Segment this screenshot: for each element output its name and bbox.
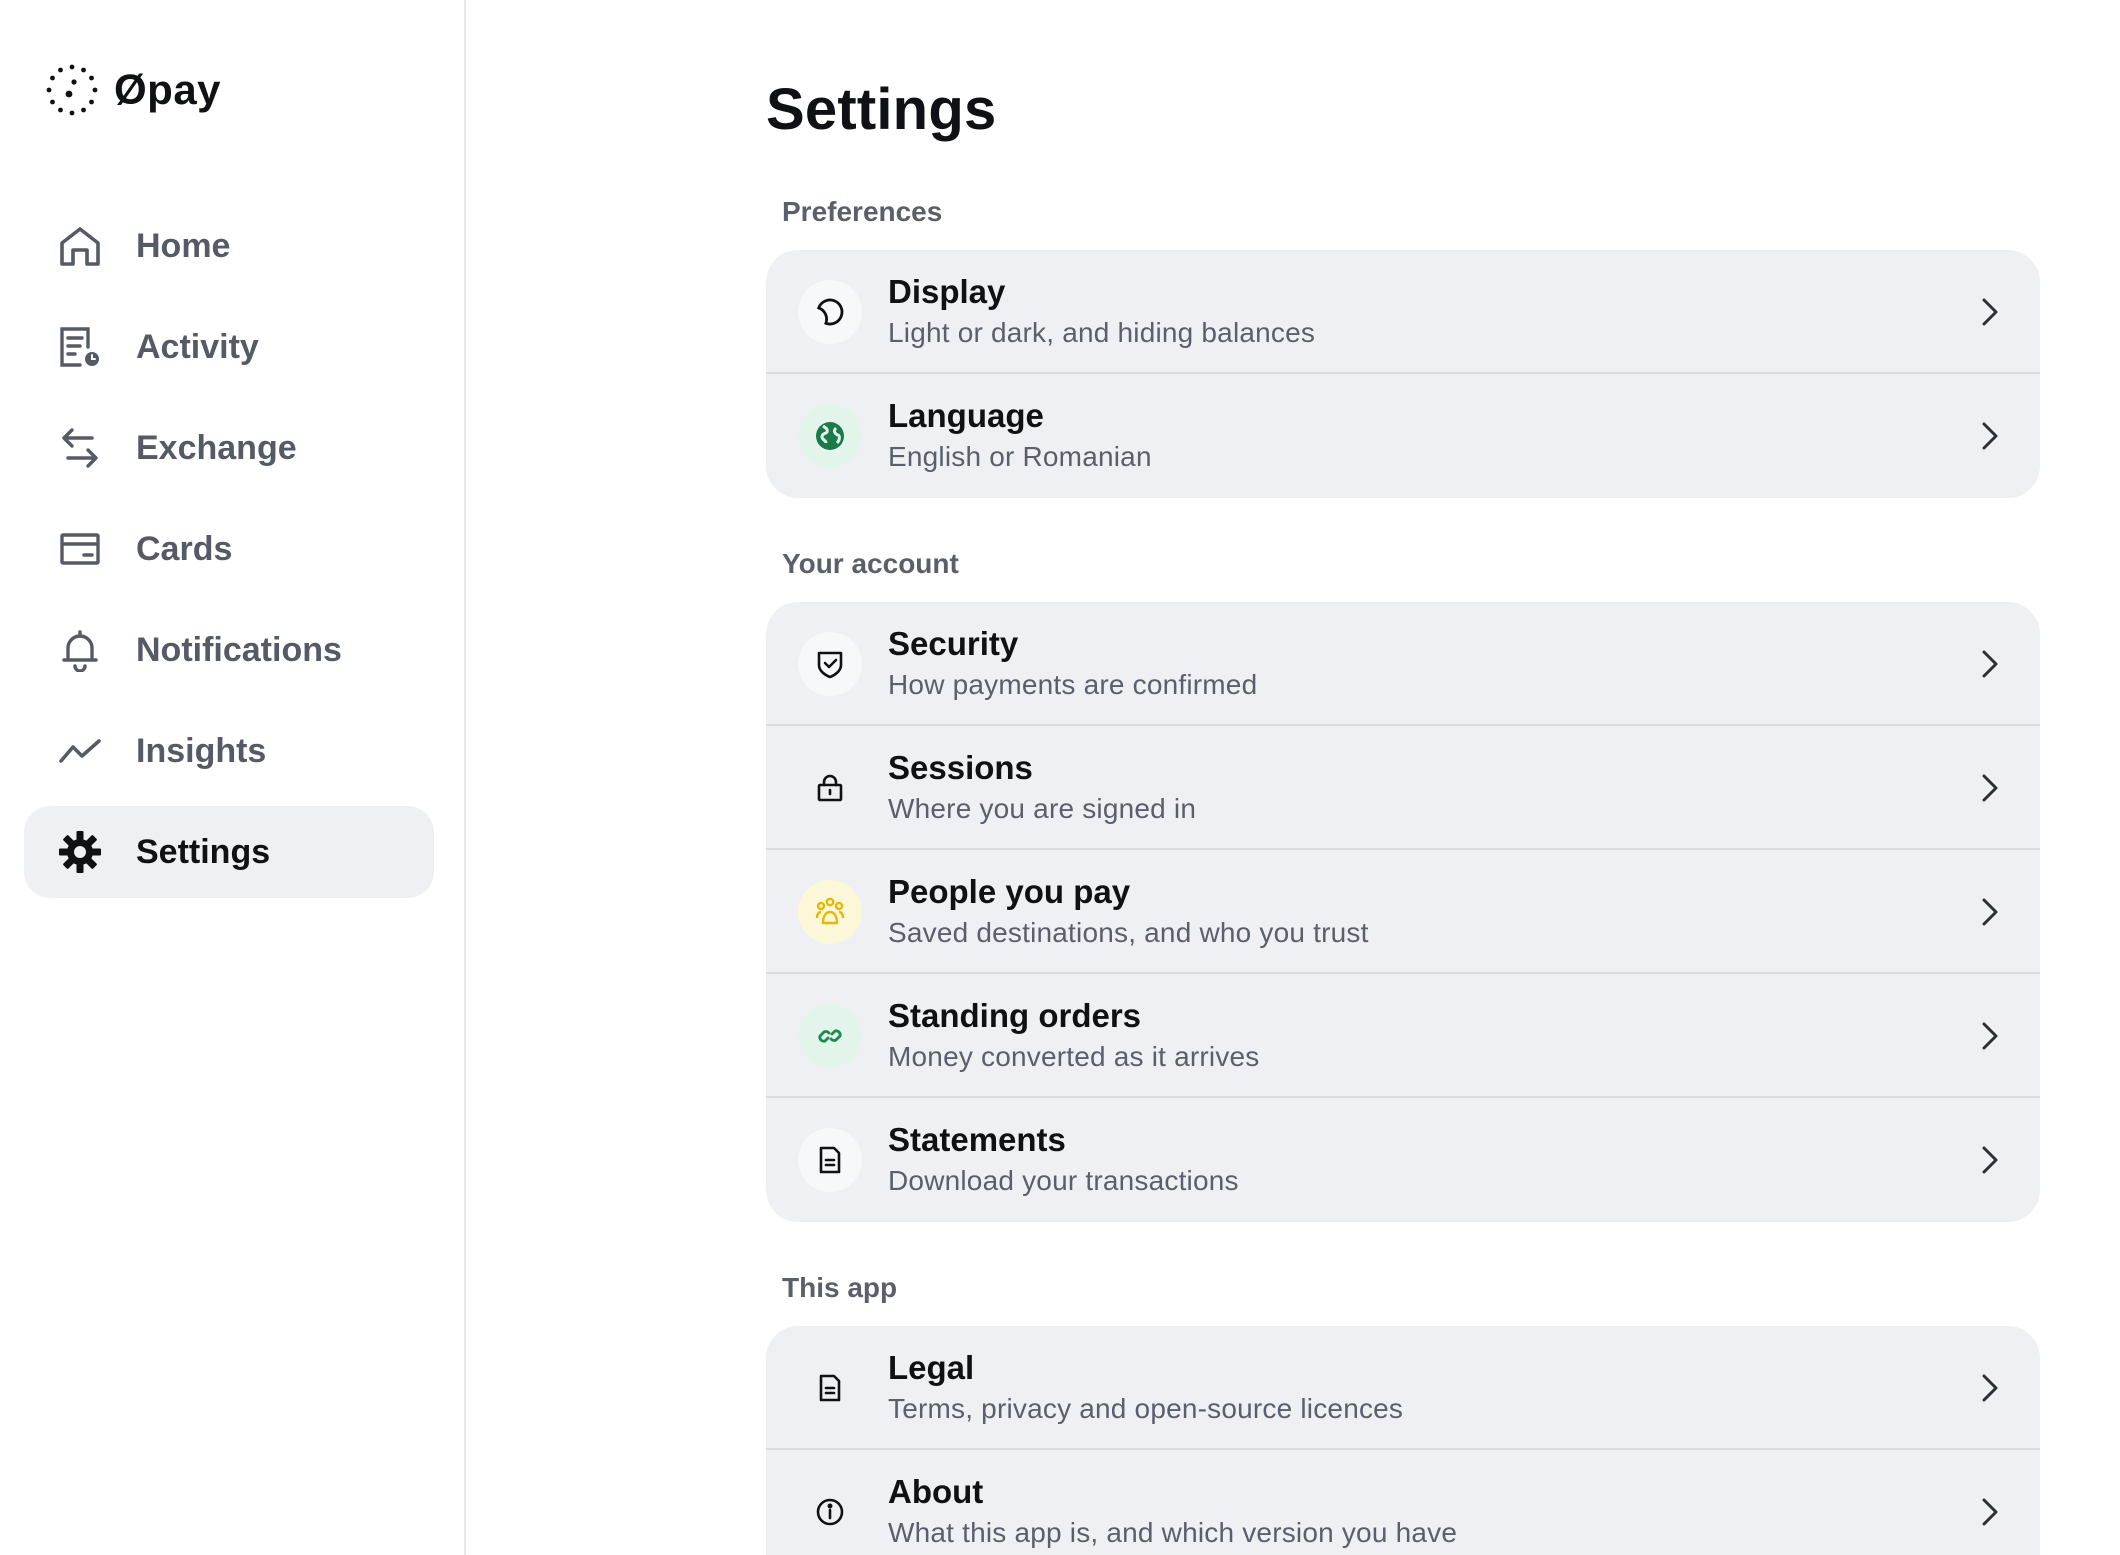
row-subtitle: Where you are signed in [888, 793, 1197, 824]
account-card: Security How payments are confirmed Sess [766, 602, 2040, 1222]
sidebar-item-label: Cards [136, 529, 233, 568]
settings-row-language[interactable]: Language English or Romanian [766, 374, 2040, 498]
sidebar-item-label: Home [136, 226, 231, 265]
chevron-right-icon [1974, 772, 2004, 804]
row-title: Display [888, 273, 1006, 310]
document-icon [798, 1128, 862, 1192]
row-texts: Statements Download your transactions [888, 1120, 1239, 1198]
sidebar-item-cards[interactable]: Cards [24, 503, 434, 595]
globe-icon [798, 404, 862, 468]
settings-row-standing-orders[interactable]: Standing orders Money converted as it ar… [766, 974, 2040, 1098]
chevron-right-icon [1974, 420, 2004, 452]
settings-row-display[interactable]: Display Light or dark, and hiding balanc… [766, 250, 2040, 374]
row-title: Sessions [888, 749, 1033, 786]
logo-icon [46, 64, 98, 116]
section-label-preferences: Preferences [782, 196, 943, 227]
moon-icon [798, 280, 862, 344]
sidebar-item-label: Exchange [136, 428, 297, 467]
sidebar-item-activity[interactable]: Activity [24, 301, 434, 393]
brand[interactable]: Øpay [46, 64, 221, 116]
chevron-right-icon [1974, 1372, 2004, 1404]
sidebar-item-label: Settings [136, 832, 271, 871]
row-subtitle: What this app is, and which version you … [888, 1517, 1458, 1548]
sidebar-item-exchange[interactable]: Exchange [24, 402, 434, 494]
row-subtitle: English or Romanian [888, 441, 1152, 472]
row-title: Statements [888, 1121, 1066, 1158]
row-subtitle: Saved destinations, and who you trust [888, 917, 1369, 948]
sidebar-item-insights[interactable]: Insights [24, 705, 434, 797]
card-icon [56, 525, 104, 573]
row-title: Security [888, 625, 1019, 662]
settings-row-security[interactable]: Security How payments are confirmed [766, 602, 2040, 726]
lock-icon [798, 756, 862, 820]
trend-icon [56, 727, 104, 775]
sidebar-item-notifications[interactable]: Notifications [24, 604, 434, 696]
row-subtitle: How payments are confirmed [888, 669, 1258, 700]
row-subtitle: Download your transactions [888, 1165, 1239, 1196]
people-icon [798, 880, 862, 944]
row-texts: People you pay Saved destinations, and w… [888, 872, 1369, 950]
activity-icon [56, 323, 104, 371]
row-title: Legal [888, 1349, 975, 1386]
app-card: Legal Terms, privacy and open-source lic… [766, 1326, 2040, 1555]
chevron-right-icon [1974, 296, 2004, 328]
row-texts: Security How payments are confirmed [888, 624, 1257, 702]
chevron-right-icon [1974, 1144, 2004, 1176]
row-texts: Standing orders Money converted as it ar… [888, 996, 1260, 1074]
row-title: About [888, 1473, 984, 1510]
document-icon [798, 1356, 862, 1420]
sidebar-item-label: Activity [136, 327, 259, 366]
page-title: Settings [766, 77, 997, 142]
chevron-right-icon [1974, 1020, 2004, 1052]
row-texts: Legal Terms, privacy and open-source lic… [888, 1348, 1403, 1426]
chevron-right-icon [1974, 896, 2004, 928]
preferences-card: Display Light or dark, and hiding balanc… [766, 250, 2040, 498]
row-subtitle: Money converted as it arrives [888, 1041, 1260, 1072]
sidebar-item-settings[interactable]: Settings [24, 806, 434, 898]
row-texts: Display Light or dark, and hiding balanc… [888, 272, 1315, 350]
settings-row-about[interactable]: About What this app is, and which versio… [766, 1450, 2040, 1555]
shield-check-icon [798, 632, 862, 696]
row-title: Standing orders [888, 997, 1142, 1034]
section-label-your-account: Your account [782, 548, 959, 579]
exchange-icon [56, 424, 104, 472]
settings-row-people-you-pay[interactable]: People you pay Saved destinations, and w… [766, 850, 2040, 974]
home-icon [56, 222, 104, 270]
row-subtitle: Terms, privacy and open-source licences [888, 1393, 1404, 1424]
row-title: People you pay [888, 873, 1131, 910]
settings-row-sessions[interactable]: Sessions Where you are signed in [766, 726, 2040, 850]
chevron-right-icon [1974, 1496, 2004, 1528]
sidebar: Øpay Home Activity Exchange Cards Notifi… [0, 0, 466, 1555]
settings-row-legal[interactable]: Legal Terms, privacy and open-source lic… [766, 1326, 2040, 1450]
row-texts: Language English or Romanian [888, 396, 1152, 474]
sidebar-nav: Home Activity Exchange Cards Notificatio… [24, 200, 434, 907]
chevron-right-icon [1974, 648, 2004, 680]
app-window: Øpay Home Activity Exchange Cards Notifi… [0, 0, 2120, 1555]
row-texts: About What this app is, and which versio… [888, 1472, 1457, 1550]
sidebar-item-home[interactable]: Home [24, 200, 434, 292]
link-icon [798, 1004, 862, 1068]
bell-icon [56, 626, 104, 674]
settings-row-statements[interactable]: Statements Download your transactions [766, 1098, 2040, 1222]
sidebar-item-label: Insights [136, 731, 267, 770]
sidebar-item-label: Notifications [136, 630, 342, 669]
info-icon [798, 1480, 862, 1544]
row-subtitle: Light or dark, and hiding balances [888, 317, 1316, 348]
gear-icon [56, 828, 104, 876]
brand-name: Øpay [114, 66, 222, 113]
row-texts: Sessions Where you are signed in [888, 748, 1196, 826]
row-title: Language [888, 397, 1044, 434]
section-label-this-app: This app [782, 1272, 898, 1303]
